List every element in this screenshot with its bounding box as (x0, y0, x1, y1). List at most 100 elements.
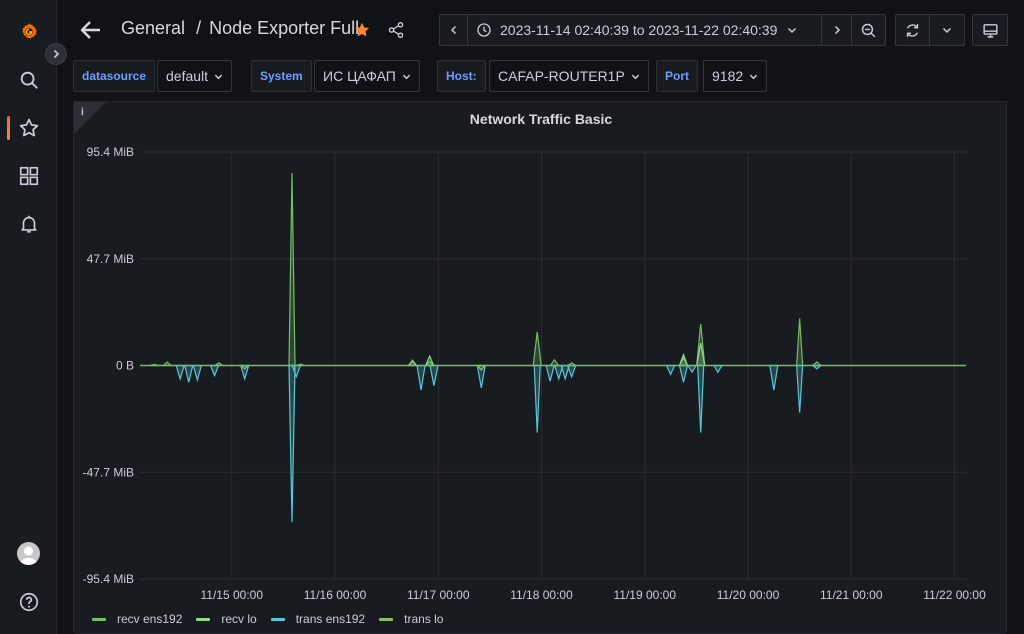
series-point (712, 364, 723, 374)
user-avatar[interactable] (17, 542, 40, 565)
x-tick-label: 11/22 00:00 (923, 588, 986, 602)
legend-item[interactable]: recv ens192 (92, 612, 182, 626)
legend-label: recv ens192 (117, 612, 183, 626)
dashboards-icon[interactable] (0, 156, 57, 196)
variable-select-host[interactable]: CAFAP-ROUTER1P (489, 60, 649, 92)
y-tick-label: 47.7 MiB (87, 252, 134, 266)
star-filled-icon (354, 22, 370, 37)
legend-item[interactable]: trans ens192 (270, 612, 366, 626)
variable-label-host: Host: (437, 60, 486, 92)
series-point (183, 364, 194, 383)
x-tick-label: 11/15 00:00 (201, 588, 264, 602)
breadcrumb-folder[interactable]: General (121, 18, 185, 38)
series-point (769, 364, 779, 391)
page-title: General / Node Exporter Full (121, 18, 359, 39)
back-arrow-icon[interactable] (79, 16, 103, 44)
legend-swatch (92, 617, 106, 621)
series-recv-ens192 (150, 173, 823, 367)
x-tick-label: 11/16 00:00 (304, 588, 367, 602)
variable-value-system: ИС ЦАФАП (323, 68, 396, 84)
legend-label: recv lo (221, 612, 257, 626)
series-point (697, 364, 705, 433)
y-tick-label: -95.4 MiB (83, 572, 134, 586)
variable-value-host: CAFAP-ROUTER1P (498, 68, 625, 84)
help-icon[interactable] (0, 582, 57, 622)
refresh-interval-dropdown[interactable] (930, 15, 964, 45)
dashboard-navbar: General / Node Exporter Full 2023-11-14 … (57, 0, 1024, 60)
series-point (175, 364, 185, 382)
monitor-icon (982, 23, 998, 38)
x-tick-label: 11/21 00:00 (820, 588, 883, 602)
chevron-down-icon (749, 74, 758, 79)
expand-sidebar-button[interactable] (45, 43, 67, 65)
tv-mode-group (972, 14, 1008, 46)
series-point (288, 364, 296, 523)
series-point (796, 318, 804, 367)
series-point (665, 364, 676, 376)
variable-label-port: Port (656, 60, 698, 92)
x-tick-label: 11/17 00:00 (407, 588, 470, 602)
timeseries-chart[interactable]: 95.4 MiB 47.7 MiB 0 B -47.7 MiB -95.4 MiB 11/… (74, 102, 1008, 607)
legend-label: trans ens192 (295, 612, 366, 626)
variable-select-port[interactable]: 9182 (703, 60, 768, 92)
chart-legend: recv ens192 recv lo trans ens192 trans lo (92, 612, 443, 626)
series-point (678, 353, 689, 367)
alerting-bell-icon[interactable] (0, 204, 57, 244)
legend-item[interactable]: recv lo (196, 612, 257, 626)
series-point (678, 364, 689, 383)
variable-label-datasource: datasource (73, 60, 156, 92)
legend-swatch (379, 617, 394, 621)
series-point (687, 364, 698, 374)
refresh-button[interactable] (896, 15, 930, 45)
chevron-down-icon (631, 74, 639, 79)
refresh-group (895, 14, 965, 46)
series-point (796, 364, 804, 413)
series-point (545, 364, 555, 382)
star-dashboard-button[interactable] (353, 19, 373, 41)
starred-icon[interactable] (0, 108, 57, 148)
series-point (209, 364, 220, 378)
share-dashboard-button[interactable] (387, 19, 407, 41)
x-tick-label: 11/19 00:00 (614, 588, 677, 602)
series-point (416, 364, 426, 391)
series-trans-ens192 (175, 364, 823, 523)
series-point (566, 364, 577, 379)
y-tick-label: 0 B (116, 359, 134, 373)
legend-label: trans lo (404, 612, 444, 626)
series-point (533, 364, 541, 433)
grafana-logo-svg (21, 22, 37, 39)
variable-select-datasource[interactable]: default (157, 60, 233, 92)
time-picker-group: 2023-11-14 02:40:39 to 2023-11-22 02:40:… (439, 14, 886, 46)
legend-swatch (196, 617, 211, 621)
refresh-icon (906, 23, 919, 37)
legend-item[interactable]: trans lo (379, 612, 443, 626)
dashboard-title[interactable]: Node Exporter Full (209, 18, 359, 38)
chevron-right-icon (834, 25, 840, 35)
series-point (549, 358, 560, 367)
variable-value-port: 9182 (712, 68, 744, 84)
variable-value-datasource: default (166, 68, 209, 84)
search-icon[interactable] (0, 60, 57, 100)
sidebar (0, 0, 67, 634)
x-tick-label: 11/18 00:00 (510, 588, 573, 602)
chevron-left-icon (450, 25, 456, 35)
series-point (424, 354, 435, 367)
tv-mode-button[interactable] (973, 15, 1007, 45)
legend-swatch (270, 617, 285, 621)
share-icon (388, 21, 404, 39)
chevron-down-icon (214, 74, 223, 79)
breadcrumb-separator: / (196, 18, 202, 38)
time-shift-back-button[interactable] (440, 15, 468, 45)
panel-network-traffic-basic[interactable]: i Network Traffic Basic 95.4 MiB 47.7 MiB… (73, 101, 1007, 634)
y-tick-label: 95.4 MiB (87, 145, 134, 159)
time-range-picker[interactable]: 2023-11-14 02:40:39 to 2023-11-22 02:40:… (468, 15, 822, 45)
y-tick-label: -47.7 MiB (83, 465, 134, 479)
variable-select-system[interactable]: ИС ЦАФАП (314, 60, 420, 92)
clock-icon (477, 23, 491, 37)
time-shift-forward-button[interactable] (822, 15, 852, 45)
series-point (429, 364, 439, 386)
variable-label-system: System (251, 60, 312, 92)
series-point (192, 364, 203, 383)
chevron-right-icon (53, 49, 60, 59)
zoom-out-button[interactable] (852, 15, 885, 45)
